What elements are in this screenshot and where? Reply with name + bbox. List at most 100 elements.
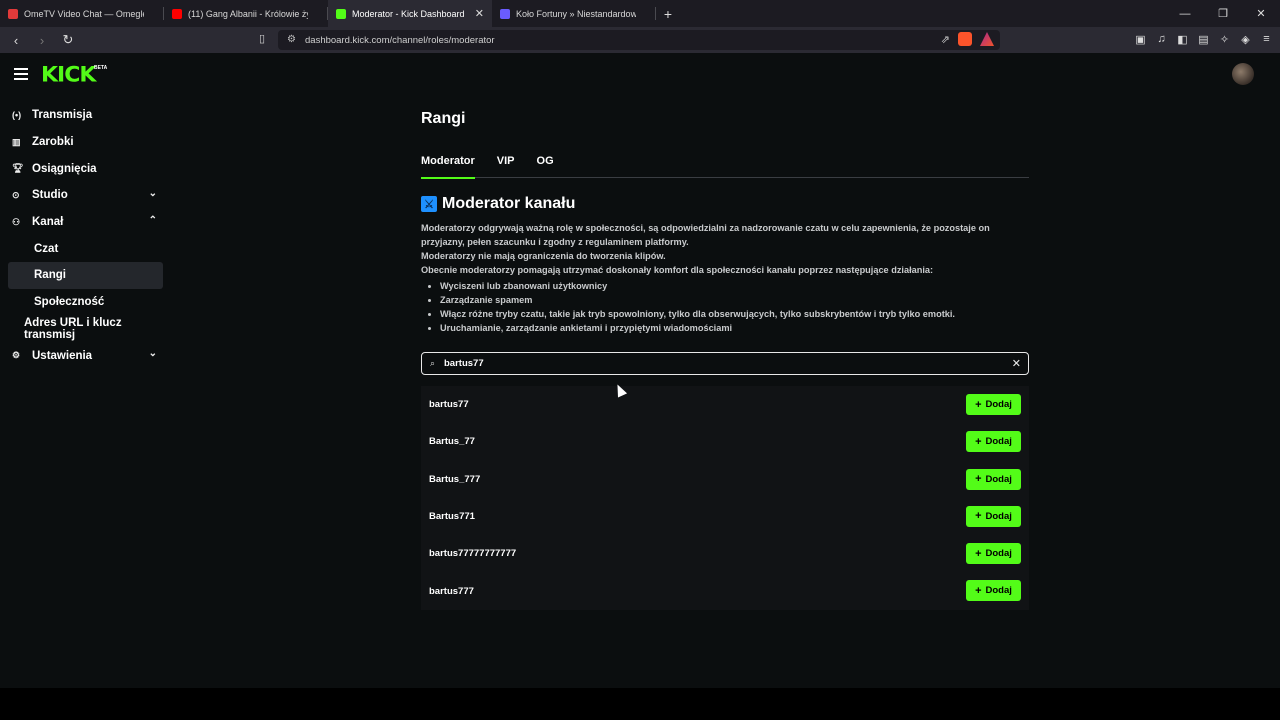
vpn-icon[interactable]: ◈: [1240, 33, 1251, 46]
kick-logo[interactable]: KICK: [41, 64, 96, 88]
chevron-down-icon[interactable]: ⌄: [149, 188, 157, 199]
broadcast-icon: (•): [12, 110, 22, 121]
description-paragraph: Moderatorzy nie mają ograniczenia do two…: [421, 251, 666, 261]
clear-search-icon[interactable]: ✕: [1012, 357, 1021, 370]
menu-icon[interactable]: ≡: [1261, 33, 1272, 46]
browser-tab-1[interactable]: OmeTV Video Chat — Omegle R: [0, 0, 164, 27]
sidebar: (•) Transmisja ▥ Zarobki 🏆︎ Osiągnięcia …: [8, 102, 163, 369]
forward-icon[interactable]: ›: [32, 33, 52, 48]
add-moderator-button[interactable]: + Dodaj: [966, 431, 1021, 453]
tab-label: Moderator - Kick Dashboard: [352, 8, 465, 19]
sidebar-item-kanal[interactable]: ⚇ Kanał ⌃: [8, 209, 163, 236]
chevron-up-icon[interactable]: ⌃: [149, 215, 157, 226]
plus-icon: +: [975, 547, 982, 560]
beta-badge: BETA: [94, 65, 108, 71]
address-bar[interactable]: ⚙ dashboard.kick.com/channel/roles/moder…: [278, 30, 1000, 50]
sidebar-item-label: Społeczność: [34, 296, 105, 309]
list-item: Bartus_777 + Dodaj: [421, 461, 1029, 498]
add-moderator-button[interactable]: + Dodaj: [966, 468, 1021, 490]
username: bartus77777777777: [429, 548, 517, 560]
description-paragraph: Moderatorzy odgrywają ważną rolę w społe…: [421, 223, 990, 247]
browser-tab-3[interactable]: Moderator - Kick Dashboard ✕: [328, 0, 492, 27]
add-label: Dodaj: [985, 510, 1012, 522]
user-avatar[interactable]: [1232, 63, 1254, 85]
share-icon[interactable]: ⇗: [941, 33, 950, 46]
sidebar-item-transmisja[interactable]: (•) Transmisja: [8, 102, 163, 129]
sidebar-item-label: Czat: [34, 242, 59, 255]
list-item: bartus77777777777 + Dodaj: [421, 535, 1029, 572]
sidebar-toggle-icon[interactable]: ◧: [1177, 33, 1188, 46]
back-icon[interactable]: ‹: [6, 33, 26, 48]
sidebar-item-label: Kanał: [32, 216, 64, 229]
add-moderator-button[interactable]: + Dodaj: [966, 543, 1021, 565]
permission-item: Wyciszeni lub zbanowani użytkownicy: [440, 279, 1029, 293]
tab-strip: OmeTV Video Chat — Omegle R (11) Gang Al…: [0, 0, 1280, 27]
permission-item: Uruchamianie, zarządzanie ankietami i pr…: [440, 321, 1029, 335]
username: bartus777: [429, 585, 474, 597]
url-text[interactable]: dashboard.kick.com/channel/roles/moderat…: [305, 35, 495, 46]
wallet-icon[interactable]: ▤: [1198, 33, 1209, 46]
sidebar-item-czat[interactable]: Czat: [8, 235, 163, 262]
permission-item: Zarządzanie spamem: [440, 293, 1029, 307]
media-icon[interactable]: ♫: [1156, 33, 1167, 46]
role-description: Moderatorzy odgrywają ważną rolę w społe…: [421, 221, 1029, 335]
ometv-favicon-icon: [8, 8, 18, 19]
browser-tab-2[interactable]: (11) Gang Albanii - Królowie życia: [164, 0, 328, 27]
studio-icon: ⊙: [12, 189, 20, 200]
list-item: bartus77 + Dodaj: [421, 386, 1029, 423]
add-label: Dodaj: [985, 436, 1012, 448]
kick-favicon-icon: [336, 8, 346, 19]
sidebar-item-zarobki[interactable]: ▥ Zarobki: [8, 129, 163, 156]
sidebar-item-label: Rangi: [34, 269, 66, 282]
minimize-icon[interactable]: —: [1166, 8, 1204, 20]
chevron-down-icon[interactable]: ⌄: [149, 348, 157, 359]
permissions-list: Wyciszeni lub zbanowani użytkownicy Zarz…: [440, 279, 1029, 335]
brave-rewards-icon[interactable]: [980, 32, 994, 46]
search-value[interactable]: bartus77: [444, 358, 484, 369]
role-title: Moderator kanału: [442, 195, 576, 212]
close-tab-icon[interactable]: ✕: [475, 7, 484, 20]
reload-icon[interactable]: ↻: [58, 32, 78, 48]
main-content: Rangi Moderator VIP OG ⚔ Moderator kanał…: [421, 100, 1029, 610]
sidebar-item-label: Transmisja: [32, 109, 93, 122]
bookmark-icon[interactable]: ▯: [259, 32, 265, 45]
browser-tab-4[interactable]: Koło Fortuny » Niestandardowy Wybi: [492, 0, 656, 27]
plus-icon: +: [975, 398, 982, 411]
hamburger-menu-icon[interactable]: [14, 68, 28, 83]
sidebar-item-spolecznosc[interactable]: Społeczność: [8, 289, 163, 316]
tab-moderator[interactable]: Moderator: [421, 155, 475, 179]
sidebar-item-adres-url[interactable]: Adres URL i klucz transmisj: [8, 316, 163, 343]
user-search-input[interactable]: ⌕ bartus77 ✕: [421, 352, 1029, 375]
brave-shields-icon[interactable]: [958, 32, 972, 46]
username: Bartus_77: [429, 436, 475, 448]
description-paragraph: Obecnie moderatorzy pomagają utrzymać do…: [421, 265, 934, 275]
add-moderator-button[interactable]: + Dodaj: [966, 580, 1021, 602]
new-tab-icon[interactable]: +: [656, 6, 680, 22]
sidebar-item-ustawienia[interactable]: ⚙ Ustawienia ⌄: [8, 342, 163, 369]
tab-og[interactable]: OG: [537, 155, 554, 178]
reader-icon[interactable]: ▣: [1135, 33, 1146, 46]
sidebar-item-studio[interactable]: ⊙ Studio ⌄: [8, 182, 163, 209]
youtube-favicon-icon: [172, 8, 182, 19]
username: bartus77: [429, 399, 469, 411]
username: Bartus771: [429, 511, 475, 523]
browser-toolbar: ‹ › ↻ ▯ ⚙ dashboard.kick.com/channel/rol…: [0, 27, 1280, 53]
sidebar-item-label: Zarobki: [32, 136, 74, 149]
letterbox-bottom: [0, 688, 1280, 720]
role-tabs: Moderator VIP OG: [421, 155, 1029, 179]
list-item: bartus777 + Dodaj: [421, 572, 1029, 609]
plus-icon: +: [975, 473, 982, 486]
sidebar-item-label: Osiągnięcia: [32, 162, 97, 175]
search-results: bartus77 + Dodaj Bartus_77 + Dodaj Bartus_…: [421, 386, 1029, 610]
page-title: Rangi: [421, 110, 466, 127]
add-moderator-button[interactable]: + Dodaj: [966, 505, 1021, 527]
maximize-icon[interactable]: ❐: [1204, 7, 1242, 20]
leo-ai-icon[interactable]: ✧: [1219, 33, 1230, 46]
tab-vip[interactable]: VIP: [497, 155, 515, 178]
sidebar-item-rangi[interactable]: Rangi: [8, 262, 163, 289]
close-window-icon[interactable]: ✕: [1242, 7, 1280, 20]
search-icon: ⌕: [430, 358, 436, 368]
add-moderator-button[interactable]: + Dodaj: [966, 394, 1021, 415]
sidebar-item-osiagniecia[interactable]: 🏆︎ Osiągnięcia: [8, 155, 163, 182]
site-info-icon[interactable]: ⚙: [287, 34, 296, 45]
